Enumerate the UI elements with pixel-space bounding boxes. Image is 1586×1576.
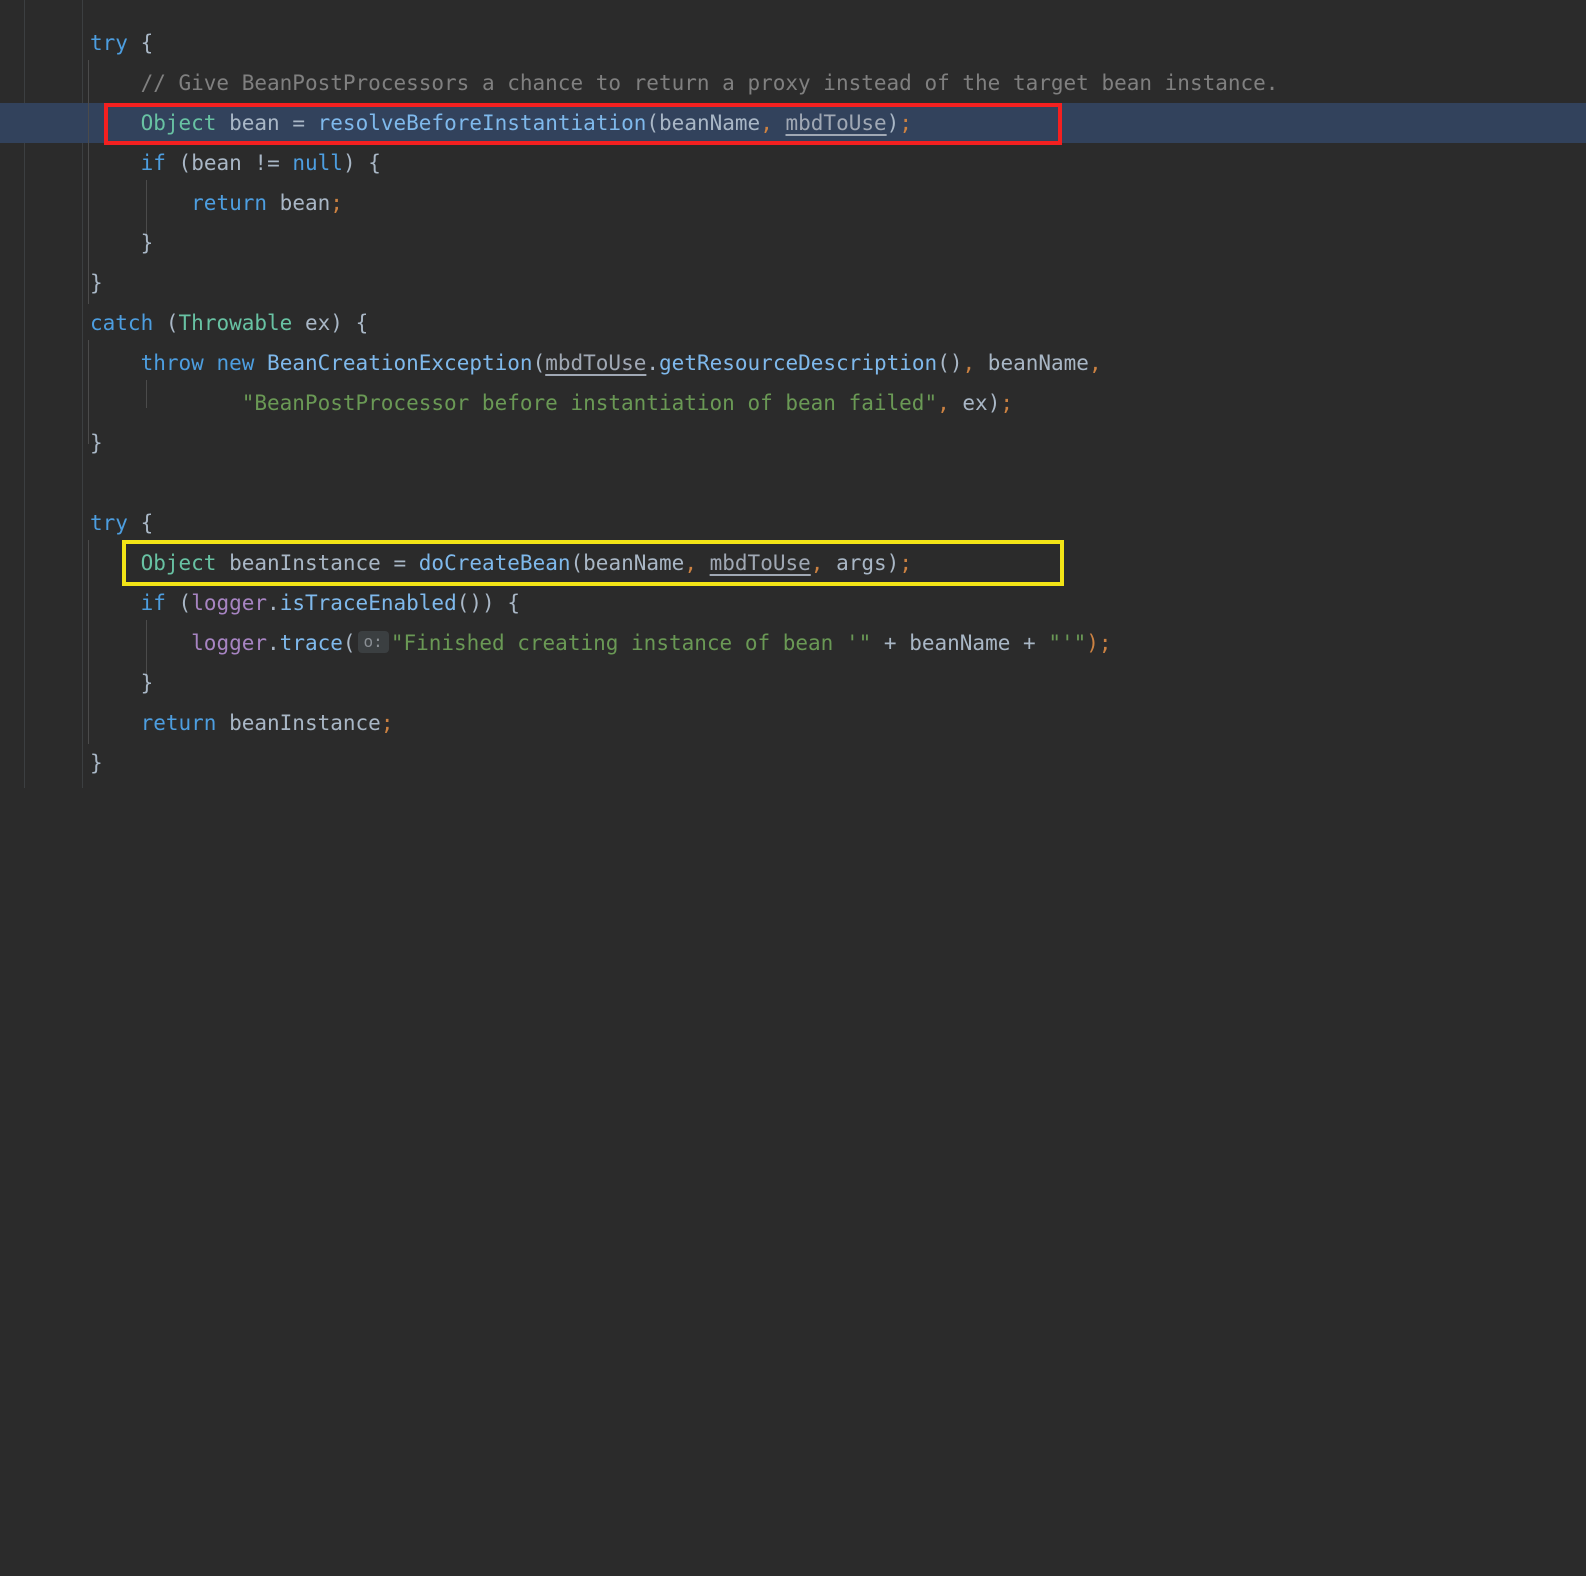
variable-ex: ex — [304, 311, 331, 335]
keyword-try: try — [90, 511, 128, 535]
brace: { — [368, 151, 381, 175]
code-line[interactable]: } — [0, 423, 103, 463]
code-line[interactable]: "BeanPostProcessor before instantiation … — [0, 383, 1013, 423]
keyword-try: try — [90, 31, 128, 55]
code-editor[interactable]: try { // Give BeanPostProcessors a chanc… — [0, 0, 1586, 788]
brace: { — [140, 31, 154, 55]
parameter-hint-badge: o: — [357, 631, 389, 653]
argument: args — [836, 551, 887, 575]
brace: { — [507, 591, 520, 615]
code-line[interactable]: } — [0, 743, 103, 783]
method-call: resolveBeforeInstantiation — [317, 111, 647, 135]
code-line[interactable]: if (bean != null) { — [0, 143, 381, 183]
code-line[interactable]: // Give BeanPostProcessors a chance to r… — [0, 63, 1279, 103]
brace: { — [140, 511, 154, 535]
code-line[interactable]: if (logger.isTraceEnabled()) { — [0, 583, 520, 623]
type-throwable: Throwable — [178, 311, 293, 335]
code-line[interactable]: } — [0, 263, 103, 303]
variable-ex: ex — [962, 391, 988, 415]
code-line[interactable]: catch (Throwable ex) { — [0, 303, 368, 343]
brace: } — [90, 751, 103, 775]
code-line[interactable]: return bean; — [0, 183, 343, 223]
assign-operator: = — [292, 111, 305, 135]
method-call: doCreateBean — [418, 551, 571, 575]
argument: beanName — [659, 111, 761, 135]
type-object: Object — [140, 111, 217, 135]
brace: } — [140, 671, 154, 695]
variable-bean: bean — [279, 191, 331, 215]
class-reference: BeanCreationException — [267, 351, 533, 375]
plus-operator: + — [1023, 631, 1036, 655]
keyword-catch: catch — [90, 311, 154, 335]
brace: } — [90, 271, 103, 295]
method-call: isTraceEnabled — [279, 591, 457, 615]
argument: beanName — [583, 551, 685, 575]
argument: beanName — [987, 351, 1089, 375]
semicolon: ; — [380, 711, 394, 735]
semicolon: ; — [330, 191, 343, 215]
field-reference: mbdToUse — [785, 111, 887, 135]
variable-bean: bean — [191, 151, 242, 175]
method-call: trace — [279, 631, 343, 655]
variable-beanname: beanName — [909, 631, 1011, 655]
comment: // Give BeanPostProcessors a chance to r… — [140, 71, 1279, 95]
field-reference: mbdToUse — [709, 551, 811, 575]
string-literal: "BeanPostProcessor before instantiation … — [241, 391, 938, 415]
close-semicolon: ); — [1086, 631, 1112, 655]
string-literal: "'" — [1048, 631, 1087, 655]
keyword-return: return — [191, 191, 268, 215]
brace: { — [355, 311, 369, 335]
keyword-new: new — [216, 351, 255, 375]
keyword-throw: throw — [140, 351, 204, 375]
brace: } — [90, 431, 103, 455]
method-call: getResourceDescription — [659, 351, 938, 375]
field-reference: mbdToUse — [545, 351, 647, 375]
variable-beaninstance: beanInstance — [229, 551, 381, 575]
variable-bean: bean — [229, 111, 280, 135]
keyword-if: if — [140, 151, 166, 175]
code-line-highlighted[interactable]: Object bean = resolveBeforeInstantiation… — [0, 103, 912, 143]
not-equal-operator: != — [254, 151, 280, 175]
field-logger: logger — [191, 631, 268, 655]
code-content[interactable]: try { // Give BeanPostProcessors a chanc… — [0, 0, 1586, 788]
code-line[interactable]: try { — [0, 503, 153, 543]
string-literal: "Finished creating instance of bean '" — [390, 631, 872, 655]
assign-operator: = — [393, 551, 407, 575]
code-line[interactable]: return beanInstance; — [0, 703, 394, 743]
type-object: Object — [140, 551, 217, 575]
variable-beaninstance: beanInstance — [229, 711, 381, 735]
brace: } — [140, 231, 154, 255]
semicolon: ; — [899, 551, 912, 575]
code-line[interactable]: } — [0, 663, 154, 703]
code-line[interactable]: throw new BeanCreationException(mbdToUse… — [0, 343, 1102, 383]
semicolon: ; — [899, 111, 912, 135]
code-line[interactable]: Object beanInstance = doCreateBean(beanN… — [0, 543, 912, 583]
code-line[interactable]: } — [0, 223, 154, 263]
plus-operator: + — [883, 631, 897, 655]
keyword-return: return — [140, 711, 217, 735]
keyword-if: if — [140, 591, 166, 615]
keyword-null: null — [292, 151, 343, 175]
field-logger: logger — [191, 591, 268, 615]
code-line[interactable]: try { — [0, 23, 153, 63]
code-line-blank[interactable] — [0, 463, 103, 503]
code-line[interactable]: logger.trace(o: "Finished creating instan… — [0, 623, 1112, 663]
